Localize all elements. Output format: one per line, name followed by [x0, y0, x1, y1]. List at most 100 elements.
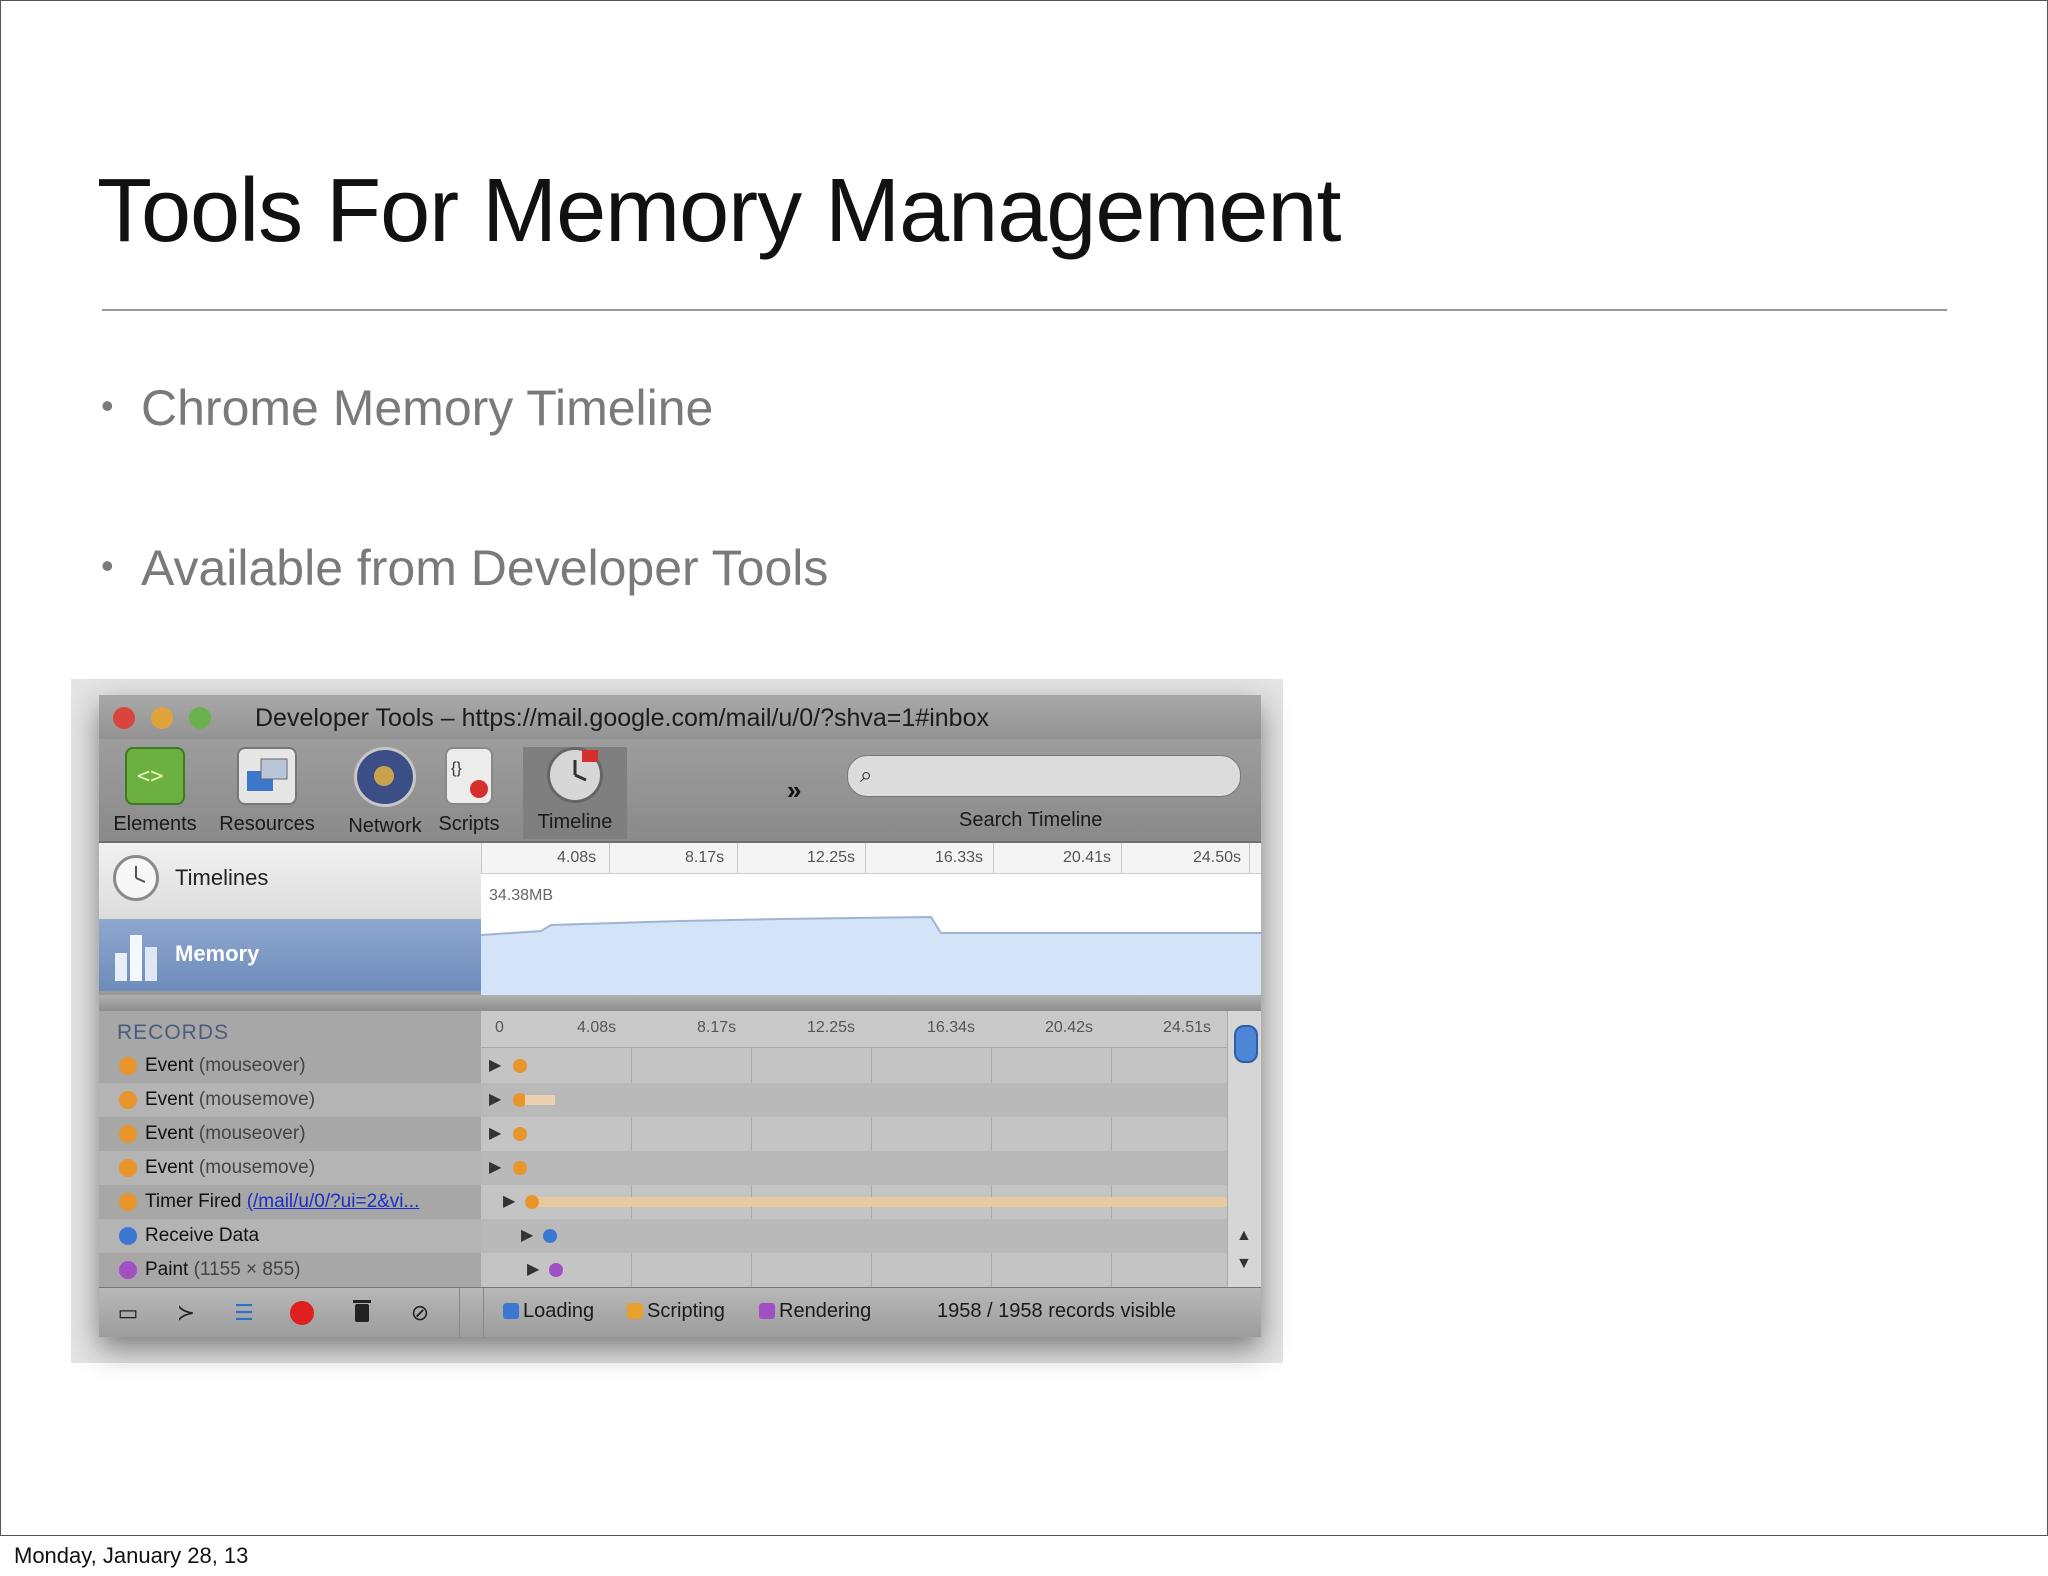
- expand-triangle-icon[interactable]: ▶: [503, 1191, 515, 1211]
- devtools-window: Developer Tools – https://mail.google.co…: [99, 695, 1261, 1337]
- expand-triangle-icon[interactable]: ▶: [521, 1225, 533, 1245]
- filter-loading-checkbox[interactable]: Loading: [503, 1300, 594, 1323]
- filter-label: Scripting: [647, 1300, 725, 1322]
- ruler-gridline: [993, 843, 994, 873]
- search-timeline-input[interactable]: ⌕: [847, 755, 1241, 797]
- tab-label: Elements: [113, 813, 197, 835]
- expand-triangle-icon[interactable]: ▶: [489, 1157, 501, 1177]
- ruler-gridline: [1121, 843, 1122, 873]
- memory-area-chart: [481, 915, 1261, 995]
- sidebar-item-memory[interactable]: Memory: [99, 919, 481, 991]
- sidebar-item-label: Memory: [175, 941, 260, 966]
- record-row[interactable]: Receive Data: [99, 1219, 481, 1253]
- bullet-item: • Available from Developer Tools: [101, 543, 828, 593]
- devtools-screenshot: Developer Tools – https://mail.google.co…: [71, 679, 1283, 1363]
- records-scrollbar[interactable]: ▲ ▼: [1227, 1011, 1261, 1287]
- record-row[interactable]: Event (mousemove): [99, 1083, 481, 1117]
- timeline-row[interactable]: ▶: [481, 1083, 1227, 1117]
- garbage-collect-button[interactable]: [345, 1298, 379, 1328]
- tab-label: Scripts: [438, 813, 500, 835]
- minimize-window-button[interactable]: [151, 707, 173, 729]
- record-row[interactable]: Event (mousemove): [99, 1151, 481, 1185]
- ruler-tick: 8.17s: [685, 849, 725, 866]
- record-name: Timer Fired: [145, 1191, 242, 1212]
- ruler-gridline: [481, 843, 482, 873]
- event-marker: [525, 1195, 539, 1209]
- tab-elements[interactable]: <> Elements: [105, 747, 205, 839]
- statusbar-separator: [459, 1288, 460, 1337]
- record-name: Event: [145, 1123, 194, 1144]
- record-name: Event: [145, 1089, 194, 1110]
- memory-graph: 4.08s 8.17s 12.25s 16.33s 20.41s 24.50s …: [481, 843, 1261, 995]
- records-visible-count: 1958 / 1958 records visible: [937, 1300, 1177, 1322]
- record-type-icon: [119, 1261, 137, 1279]
- record-row[interactable]: Event (mouseover): [99, 1049, 481, 1083]
- clock-icon: [113, 855, 159, 901]
- ruler-tick: 8.17s: [697, 1019, 737, 1036]
- checkbox-checked-icon: [627, 1303, 643, 1319]
- record-name: Paint: [145, 1259, 189, 1280]
- record-name: Event: [145, 1055, 194, 1076]
- sidebar-item-timelines[interactable]: Timelines: [99, 843, 481, 920]
- overview-list-button[interactable]: ☰: [227, 1298, 261, 1328]
- ruler-tick: 16.34s: [927, 1019, 976, 1036]
- timeline-row[interactable]: ▶: [481, 1117, 1227, 1151]
- scroll-up-arrow-icon[interactable]: ▲: [1236, 1227, 1252, 1245]
- more-tabs-button[interactable]: »: [787, 775, 801, 806]
- title-divider: [102, 309, 1947, 311]
- close-window-button[interactable]: [113, 707, 135, 729]
- bullet-dot-icon: •: [101, 384, 114, 426]
- ruler-tick: 16.33s: [935, 849, 984, 866]
- window-title: Developer Tools – https://mail.google.co…: [255, 704, 989, 732]
- slide-title: Tools For Memory Management: [97, 161, 1341, 261]
- tab-resources[interactable]: Resources: [217, 747, 317, 839]
- console-button[interactable]: ≻: [169, 1298, 203, 1328]
- ruler-tick: 24.50s: [1193, 849, 1242, 866]
- zoom-window-button[interactable]: [189, 707, 211, 729]
- checkbox-checked-icon: [503, 1303, 519, 1319]
- ruler-tick: 0: [495, 1019, 504, 1036]
- expand-triangle-icon[interactable]: ▶: [489, 1089, 501, 1109]
- timeline-row[interactable]: ▶: [481, 1049, 1227, 1083]
- timeline-row[interactable]: ▶: [481, 1151, 1227, 1185]
- scrollbar-thumb[interactable]: [1234, 1025, 1258, 1063]
- timeline-sidebar: Timelines Memory: [99, 843, 481, 991]
- bullet-dot-icon: •: [101, 544, 114, 586]
- record-name: Receive Data: [145, 1225, 260, 1246]
- bullet-text: Chrome Memory Timeline: [141, 380, 714, 436]
- filter-rendering-checkbox[interactable]: Rendering: [759, 1300, 871, 1323]
- timeline-row[interactable]: ▶: [481, 1185, 1227, 1219]
- ruler-tick: 20.41s: [1063, 849, 1112, 866]
- record-url-link[interactable]: (/mail/u/0/?ui=2&vi...: [247, 1191, 420, 1212]
- record-name: Event: [145, 1157, 194, 1178]
- resources-icon: [237, 747, 297, 805]
- search-label: Search Timeline: [959, 809, 1103, 831]
- timeline-row[interactable]: ▶: [481, 1253, 1227, 1287]
- timeline-row[interactable]: ▶: [481, 1219, 1227, 1253]
- elements-icon: <>: [125, 747, 185, 805]
- event-duration-bar: [525, 1095, 555, 1105]
- record-type-icon: [119, 1057, 137, 1075]
- clear-button[interactable]: ⊘: [403, 1298, 437, 1328]
- record-row[interactable]: Event (mouseover): [99, 1117, 481, 1151]
- tab-timeline[interactable]: Timeline: [523, 747, 627, 839]
- record-detail: (mouseover): [198, 1055, 306, 1076]
- record-row[interactable]: Paint (1155 × 855): [99, 1253, 481, 1287]
- tab-network[interactable]: Network: [335, 747, 435, 839]
- ruler-gridline: [865, 843, 866, 873]
- records-header: RECORDS: [117, 1021, 230, 1044]
- filter-scripting-checkbox[interactable]: Scripting: [627, 1300, 725, 1323]
- record-row[interactable]: Timer Fired (/mail/u/0/?ui=2&vi...: [99, 1185, 481, 1219]
- expand-triangle-icon[interactable]: ▶: [489, 1055, 501, 1075]
- dock-button[interactable]: ▭: [111, 1298, 145, 1328]
- tab-scripts[interactable]: {} Scripts: [429, 747, 509, 839]
- record-button[interactable]: [285, 1298, 319, 1328]
- sidebar-item-label: Timelines: [175, 865, 269, 890]
- expand-triangle-icon[interactable]: ▶: [527, 1259, 539, 1279]
- expand-triangle-icon[interactable]: ▶: [489, 1123, 501, 1143]
- record-detail: (mousemove): [198, 1157, 316, 1178]
- panel-splitter[interactable]: [99, 995, 1261, 1011]
- record-type-icon: [119, 1159, 137, 1177]
- ruler-gridline: [609, 843, 610, 873]
- scroll-down-arrow-icon[interactable]: ▼: [1236, 1255, 1252, 1273]
